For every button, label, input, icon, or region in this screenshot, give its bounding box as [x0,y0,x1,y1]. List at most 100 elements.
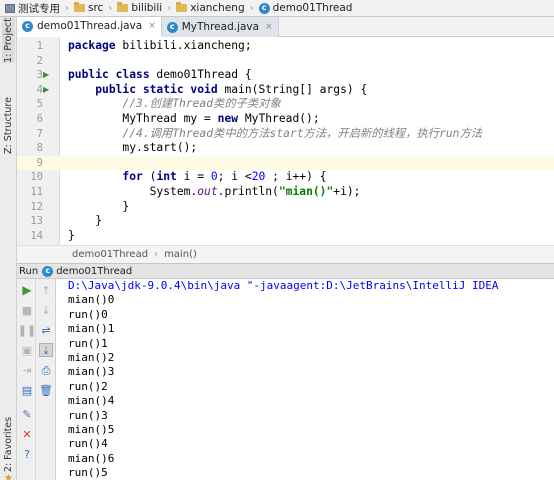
structure-tool-label: Z: Structure [3,96,15,154]
console-line: run()4 [68,437,108,451]
structure-tool-button[interactable]: Z: Structure [2,93,15,157]
line-number: 11 [30,186,43,198]
stop-button[interactable]: ■ [20,303,34,317]
code-text: package bilibili.xiancheng; [68,39,252,54]
line-number: 1 [36,40,43,52]
arrow-down-icon[interactable]: ↓ [39,303,53,317]
code-fragment: ( [142,170,157,184]
line-number: 13 [30,215,43,228]
run-panel-header: Run c demo01Thread [17,263,554,279]
line-number: 7 [36,127,43,140]
code-text: for (int i = 0; i <20 ; i++) { [68,170,327,185]
console-line: mian()5 [68,423,115,436]
console-line: mian()0 [68,293,115,307]
code-fragment: i = [176,170,211,184]
code-fragment: .println( [217,185,279,198]
run-toolbar: ▶ ■ ❚❚ ▣ ⇥ ▤ ✎ ✕ ? [17,279,36,480]
console-line: mian()4 [68,394,115,408]
code-text: //3.创建Thread类的子类对象 [68,97,281,112]
code-text: public class demo01Thread { [68,68,252,83]
code-line: 3 ▶ public class demo01Thread { [17,68,554,83]
java-class-icon: c [166,21,178,33]
pin-icon[interactable]: ✎ [20,407,34,421]
arrow-up-icon[interactable]: ↑ [39,283,53,297]
code-line: 12 } [17,200,554,215]
project-tool-button[interactable]: 1: Project [2,17,15,63]
tab-label: MyThread.java [181,21,260,33]
console-line: mian()1 [68,322,115,336]
left-tool-strip: 1: Project Z: Structure 2: Favorites ★ [0,17,17,480]
chevron-right-icon: › [108,2,113,14]
project-icon [5,3,15,13]
help-icon[interactable]: ? [20,447,34,461]
console-line: run()2 [68,379,108,393]
breadcrumb-package-xiancheng[interactable]: xiancheng › [174,0,256,16]
code-line: 2 [17,54,554,69]
breadcrumb-package-bilibili[interactable]: bilibili › [115,0,174,16]
string-literal: "mian()" [278,185,334,198]
console-output[interactable]: D:\Java\jdk-9.0.4\bin\java "-javaagent:D… [56,279,554,480]
code-text: System.out.println("mian()"+i); [68,185,361,200]
run-gutter-icon[interactable]: ▶ [43,83,53,98]
dump-threads-button[interactable]: ▣ [20,343,34,357]
code-fragment: main(String[] args) { [217,82,368,96]
code-fragment: } [122,199,130,213]
chevron-right-icon: › [249,2,254,14]
close-icon[interactable]: × [148,21,156,31]
line-number: 10 [30,171,43,184]
keyword: for [122,170,143,184]
breadcrumb-class[interactable]: c demo01Thread [257,0,356,16]
comment: //3.创建Thread类的子类对象 [122,97,281,111]
breadcrumb-label: src [88,2,104,14]
clear-all-icon[interactable]: 🗑 [39,383,53,397]
code-editor[interactable]: 1 package bilibili.xiancheng; 2 3 ▶ publ… [17,37,554,245]
console-line: run()1 [68,336,108,350]
run-gutter-icon[interactable]: ▶ [43,68,53,83]
console-line: mian()6 [68,451,115,465]
code-text: } [68,229,75,244]
keyword: public static void [95,82,218,96]
close-icon[interactable]: ✕ [20,427,34,441]
code-fragment: } [68,228,75,242]
editor-crumb-class[interactable]: demo01Thread [72,249,148,260]
comment: //4.调用Thread类中的方法start方法，开启新的线程，执行run方法 [122,126,483,140]
code-line: 7 //4.调用Thread类中的方法start方法，开启新的线程，执行run方… [17,127,554,142]
breadcrumb-project[interactable]: 测试专用 › [3,0,72,16]
tab-mythread[interactable]: c MyThread.java × [161,17,279,37]
exit-icon[interactable]: ⇥ [20,363,34,377]
layout-icon[interactable]: ▤ [20,383,34,397]
console-command-line: D:\Java\jdk-9.0.4\bin\java "-javaagent:D… [68,279,499,292]
keyword: package [68,39,116,52]
static-field: out [197,185,218,198]
editor-crumb-method[interactable]: main() [164,249,197,260]
code-fragment: MyThread(); [238,112,320,125]
project-tool-label: 1: Project [3,17,14,63]
close-icon[interactable]: × [265,22,273,32]
rerun-button[interactable]: ▶ [20,283,34,297]
chevron-right-icon: › [154,249,159,260]
line-number: 2 [36,54,43,67]
favorites-tool-button[interactable]: 2: Favorites [2,415,15,473]
print-icon[interactable]: ⎙ [39,363,53,377]
tab-label: demo01Thread.java [37,20,143,32]
package-icon [117,2,129,12]
navigation-breadcrumb: 测试专用 › src › bilibili › xiancheng › c de… [0,0,554,17]
run-config-tab[interactable]: demo01Thread [56,266,132,277]
line-number: 5 [36,98,43,111]
code-line: 14 } [17,229,554,244]
pause-button[interactable]: ❚❚ [18,323,36,337]
run-panel-label: Run [19,265,39,277]
line-number: 8 [36,142,43,155]
code-line: 4 ▶ public static void main(String[] arg… [17,83,554,98]
console-toolbar: ↑ ↓ ⇌ ⤓ ⎙ 🗑 [36,279,56,480]
code-line: 10 for (int i = 0; i <20 ; i++) { [17,170,554,185]
code-fragment: ; i++) { [265,170,327,184]
breadcrumb-src[interactable]: src › [72,0,115,16]
breadcrumb-label: xiancheng [190,2,245,14]
scroll-to-end-icon[interactable]: ⤓ [39,343,53,357]
keyword: int [156,170,177,184]
number-literal: 20 [251,170,266,184]
tab-demo01thread[interactable]: c demo01Thread.java × [17,17,162,37]
soft-wrap-icon[interactable]: ⇌ [39,323,53,337]
breadcrumb-label: 测试专用 [18,2,60,15]
